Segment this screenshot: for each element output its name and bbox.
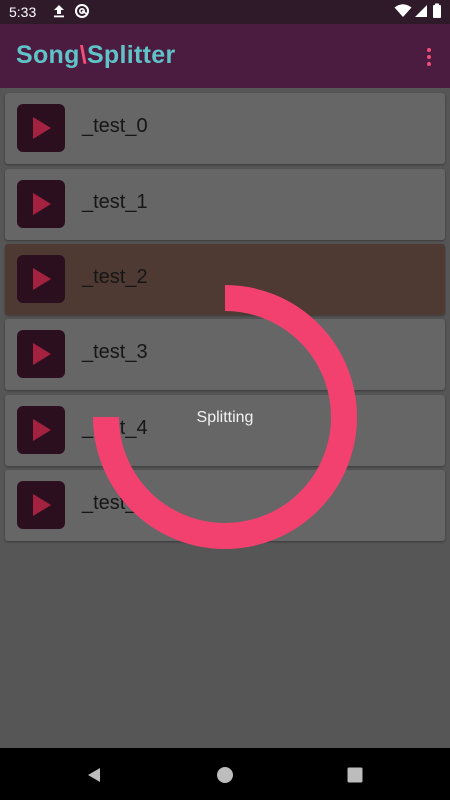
play-icon bbox=[33, 117, 51, 139]
app-title-separator: \ bbox=[79, 41, 87, 69]
play-icon bbox=[33, 343, 51, 365]
navigation-bar bbox=[0, 748, 450, 800]
battery-icon bbox=[432, 3, 448, 19]
play-icon bbox=[33, 268, 51, 290]
status-time: 5:33 bbox=[9, 4, 37, 20]
song-thumbnail bbox=[17, 255, 65, 303]
song-item[interactable]: _test_1 bbox=[5, 169, 445, 240]
progress-label: Splitting bbox=[196, 409, 254, 426]
signal-icon bbox=[414, 3, 430, 19]
play-icon bbox=[33, 494, 51, 516]
upload-icon bbox=[52, 3, 68, 19]
back-icon[interactable] bbox=[85, 766, 103, 784]
song-thumbnail bbox=[17, 180, 65, 228]
song-thumbnail bbox=[17, 406, 65, 454]
song-thumbnail bbox=[17, 330, 65, 378]
app-title-song: Song bbox=[16, 41, 80, 69]
home-icon[interactable] bbox=[216, 766, 234, 784]
more-vert-icon[interactable] bbox=[426, 48, 432, 68]
song-title: _test_0 bbox=[82, 115, 148, 137]
status-bar: 5:33 bbox=[0, 0, 450, 24]
play-icon bbox=[33, 419, 51, 441]
song-thumbnail bbox=[17, 104, 65, 152]
app-title: Song\Splitter bbox=[16, 41, 175, 70]
song-item[interactable]: _test_0 bbox=[5, 93, 445, 164]
at-sign-icon bbox=[74, 3, 90, 19]
song-thumbnail bbox=[17, 481, 65, 529]
wifi-icon bbox=[394, 3, 412, 19]
play-icon bbox=[33, 193, 51, 215]
song-title: _test_1 bbox=[82, 191, 148, 213]
app-title-splitter: Splitter bbox=[86, 41, 176, 69]
recents-icon[interactable] bbox=[346, 766, 364, 784]
app-bar: Song\Splitter bbox=[0, 24, 450, 88]
